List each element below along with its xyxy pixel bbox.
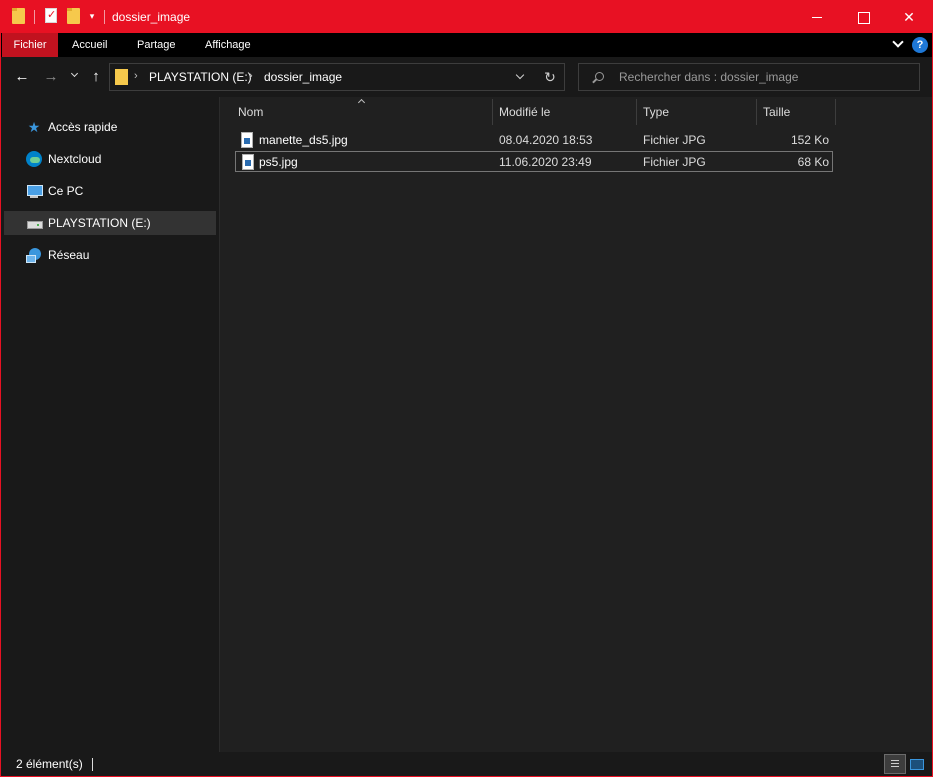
sidebar-item-label: Ce PC bbox=[48, 184, 84, 198]
column-divider[interactable] bbox=[636, 99, 637, 125]
close-button[interactable]: ✕ bbox=[886, 1, 932, 33]
separator bbox=[104, 10, 105, 24]
file-explorer-window: ▾ dossier_image ✕ Fichier Accueil Partag… bbox=[0, 0, 933, 777]
drive-icon bbox=[26, 215, 43, 231]
search-box[interactable] bbox=[578, 63, 920, 91]
address-dropdown-icon[interactable] bbox=[514, 72, 526, 82]
column-divider[interactable] bbox=[492, 99, 493, 125]
file-modified: 08.04.2020 18:53 bbox=[499, 133, 593, 147]
separator bbox=[92, 758, 93, 771]
details-view-icon[interactable] bbox=[884, 754, 906, 774]
column-divider[interactable] bbox=[835, 99, 836, 125]
sidebar-item-label: Réseau bbox=[48, 248, 90, 262]
tab-affichage[interactable]: Affichage bbox=[195, 33, 261, 57]
column-header-modified[interactable]: Modifié le bbox=[499, 99, 629, 125]
tab-partage[interactable]: Partage bbox=[127, 33, 186, 57]
up-button[interactable]: ↑ bbox=[86, 67, 106, 87]
folder-icon bbox=[115, 69, 128, 85]
search-icon bbox=[595, 72, 604, 81]
file-type: Fichier JPG bbox=[643, 133, 706, 147]
item-count: 2 élément(s) bbox=[16, 757, 83, 771]
file-name: manette_ds5.jpg bbox=[259, 133, 348, 147]
quick-access-dropdown-icon[interactable]: ▾ bbox=[87, 9, 97, 23]
sidebar-item-acces-rapide[interactable]: ★ Accès rapide bbox=[4, 115, 216, 139]
recent-locations-chevron-icon[interactable] bbox=[69, 69, 81, 85]
file-size: 68 Ko bbox=[797, 155, 829, 169]
computer-icon bbox=[26, 183, 43, 199]
forward-button[interactable]: → bbox=[41, 67, 61, 87]
nextcloud-icon bbox=[26, 151, 42, 167]
address-bar[interactable]: › PLAYSTATION (E:) › dossier_image ↻ bbox=[109, 63, 565, 91]
file-list-pane[interactable]: Nom Modifié le Type Taille manette_ds5.j… bbox=[220, 97, 932, 752]
file-size: 152 Ko bbox=[790, 133, 829, 147]
column-header-type[interactable]: Type bbox=[643, 99, 753, 125]
minimize-button[interactable] bbox=[794, 1, 840, 33]
breadcrumb-separator-icon[interactable]: › bbox=[134, 70, 138, 82]
sidebar-item-label: PLAYSTATION (E:) bbox=[48, 216, 151, 230]
breadcrumb-folder[interactable]: dossier_image bbox=[264, 64, 342, 90]
ribbon-tabs: Fichier Accueil Partage Affichage ? bbox=[1, 33, 932, 57]
expand-ribbon-chevron-icon[interactable] bbox=[891, 37, 905, 51]
sidebar-item-reseau[interactable]: Réseau bbox=[4, 243, 216, 267]
file-modified: 11.06.2020 23:49 bbox=[499, 155, 592, 169]
jpg-file-icon bbox=[242, 154, 254, 170]
column-header-size[interactable]: Taille bbox=[763, 99, 833, 125]
column-divider[interactable] bbox=[756, 99, 757, 125]
back-button[interactable]: ← bbox=[12, 67, 32, 87]
sidebar-item-playstation-drive[interactable]: PLAYSTATION (E:) bbox=[4, 211, 216, 235]
star-icon: ★ bbox=[27, 119, 41, 135]
file-type: Fichier JPG bbox=[643, 155, 706, 169]
sidebar-item-label: Accès rapide bbox=[48, 120, 118, 134]
sidebar-item-nextcloud[interactable]: Nextcloud bbox=[4, 147, 216, 171]
tab-fichier[interactable]: Fichier bbox=[2, 33, 58, 57]
window-title: dossier_image bbox=[112, 10, 191, 24]
navigation-bar: ← → ↑ › PLAYSTATION (E:) › dossier_image… bbox=[1, 57, 932, 97]
file-name: ps5.jpg bbox=[259, 155, 298, 169]
maximize-button[interactable] bbox=[840, 1, 886, 33]
breadcrumb-drive[interactable]: PLAYSTATION (E:) bbox=[149, 64, 252, 90]
file-row[interactable]: ps5.jpg 11.06.2020 23:49 Fichier JPG 68 … bbox=[235, 151, 833, 172]
refresh-icon[interactable]: ↻ bbox=[542, 68, 558, 86]
file-row[interactable]: manette_ds5.jpg 08.04.2020 18:53 Fichier… bbox=[235, 130, 833, 151]
sidebar-item-ce-pc[interactable]: Ce PC bbox=[4, 179, 216, 203]
search-input[interactable] bbox=[619, 64, 909, 90]
navigation-pane: ★ Accès rapide Nextcloud Ce PC PLAYSTATI… bbox=[1, 97, 219, 752]
network-icon bbox=[26, 247, 42, 263]
large-icons-view-icon[interactable] bbox=[906, 754, 928, 774]
jpg-file-icon bbox=[241, 132, 253, 148]
help-icon[interactable]: ? bbox=[912, 37, 928, 53]
title-bar[interactable]: ▾ dossier_image ✕ bbox=[1, 1, 932, 33]
sidebar-item-label: Nextcloud bbox=[48, 152, 102, 166]
tab-accueil[interactable]: Accueil bbox=[62, 33, 117, 57]
separator bbox=[34, 10, 35, 24]
status-bar: 2 élément(s) bbox=[1, 752, 932, 776]
breadcrumb-separator-icon[interactable]: › bbox=[249, 70, 253, 82]
column-header-name[interactable]: Nom bbox=[238, 99, 488, 125]
